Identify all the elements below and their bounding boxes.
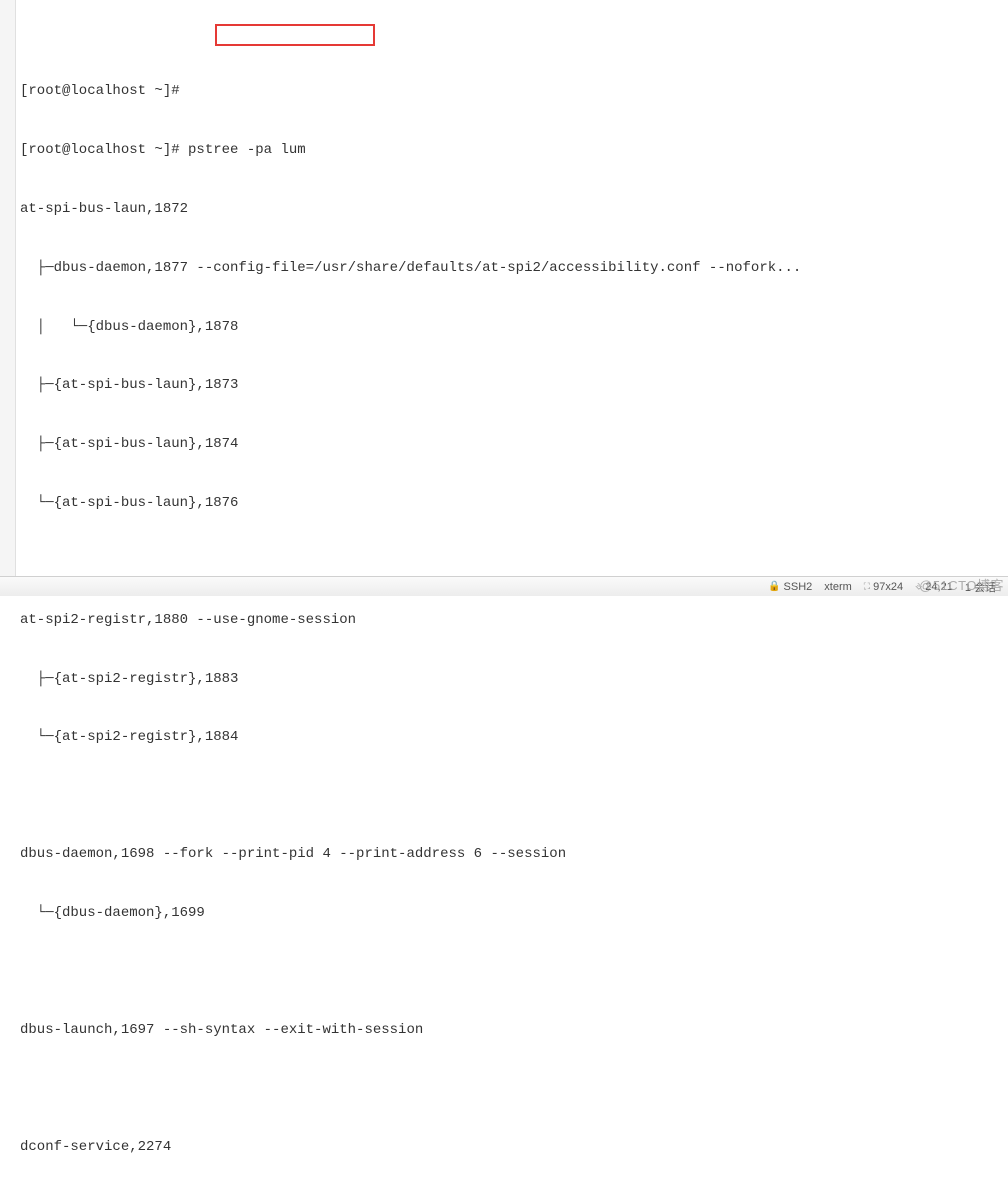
status-size[interactable]: ⛶ 97x24 <box>864 581 903 593</box>
output-line: └─{dbus-daemon},1699 <box>20 904 1006 924</box>
output-line: ├─dbus-daemon,1877 --config-file=/usr/sh… <box>20 259 1006 279</box>
output-line: └─{at-spi-bus-laun},1876 <box>20 494 1006 514</box>
prompt-line: [root@localhost ~]# <box>20 82 1006 102</box>
output-line: at-spi-bus-laun,1872 <box>20 200 1006 220</box>
output-line <box>20 1080 1006 1099</box>
output-line: dbus-launch,1697 --sh-syntax --exit-with… <box>20 1021 1006 1041</box>
status-cursor-label: 24,21 <box>925 581 953 593</box>
output-line: at-spi2-registr,1880 --use-gnome-session <box>20 611 1006 631</box>
output-line: │ └─{dbus-daemon},1878 <box>20 318 1006 338</box>
cursor-icon: ⎀ <box>915 581 922 592</box>
status-ssh[interactable]: 🔒 SSH2 <box>768 581 812 593</box>
output-line: ├─{at-spi-bus-laun},1874 <box>20 435 1006 455</box>
resize-icon: ⛶ <box>864 581 870 592</box>
status-sessions-label: 1 会话 <box>965 579 996 595</box>
output-line: └─{at-spi2-registr},1884 <box>20 728 1006 748</box>
status-term[interactable]: xterm <box>824 581 852 593</box>
prompt: [root@localhost ~]# <box>20 142 188 158</box>
status-bar: 🔒 SSH2 xterm ⛶ 97x24 ⎀ 24,21 1 会话 <box>0 576 1008 596</box>
status-term-label: xterm <box>824 581 852 593</box>
output-line <box>20 553 1006 572</box>
command-line: [root@localhost ~]# pstree -pa lum <box>20 141 1006 161</box>
prompt: [root@localhost ~]# <box>20 83 180 99</box>
output-line: dconf-service,2274 <box>20 1138 1006 1158</box>
status-ssh-label: SSH2 <box>784 581 813 593</box>
output-line <box>20 963 1006 982</box>
lock-icon: 🔒 <box>768 581 780 592</box>
output-line: ├─{at-spi-bus-laun},1873 <box>20 376 1006 396</box>
output-line: dbus-daemon,1698 --fork --print-pid 4 --… <box>20 845 1006 865</box>
terminal-output[interactable]: [root@localhost ~]# [root@localhost ~]# … <box>0 0 1008 1192</box>
output-line <box>20 787 1006 806</box>
status-size-label: 97x24 <box>873 581 903 593</box>
status-cursor[interactable]: ⎀ 24,21 <box>915 581 953 593</box>
status-sessions[interactable]: 1 会话 <box>965 579 996 595</box>
command-text: pstree -pa lum <box>188 142 306 158</box>
output-line: ├─{at-spi2-registr},1883 <box>20 670 1006 690</box>
